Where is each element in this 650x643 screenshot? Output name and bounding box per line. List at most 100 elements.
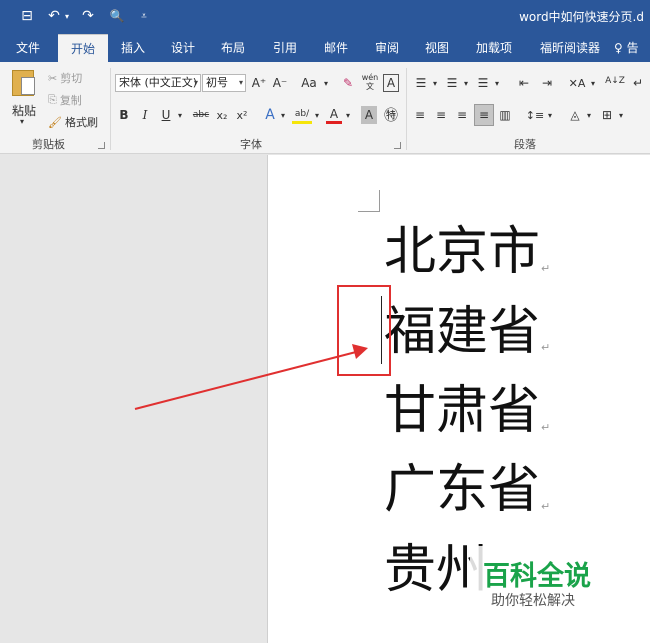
font-size-combo[interactable]: 初号 ▾ bbox=[202, 74, 246, 92]
paragraph-mark-icon: ↵ bbox=[541, 421, 551, 434]
chevron-down-icon[interactable]: ▾ bbox=[493, 74, 501, 92]
align-right-icon[interactable]: ≡ bbox=[454, 106, 470, 124]
chevron-down-icon[interactable]: ▾ bbox=[462, 74, 470, 92]
font-name-combo[interactable]: 宋体 (中文正文) ▾ bbox=[115, 74, 201, 92]
document-line[interactable]: 甘肃省 bbox=[384, 381, 540, 441]
watermark-subtitle: 助你轻松解决 bbox=[491, 593, 575, 609]
increase-indent-icon[interactable]: ⇥ bbox=[538, 74, 556, 92]
paste-clipboard-icon[interactable] bbox=[12, 70, 35, 96]
paste-dropdown-icon[interactable]: ▾ bbox=[20, 117, 24, 126]
tab-file[interactable]: 文件 bbox=[4, 34, 52, 62]
undo-dropdown-icon[interactable]: ▾ bbox=[62, 7, 72, 25]
cut-label: 剪切 bbox=[60, 72, 83, 85]
tab-foxit-reader[interactable]: 福昕阅读器 bbox=[530, 34, 610, 62]
shrink-font-icon[interactable]: A⁻ bbox=[272, 74, 288, 92]
document-line[interactable]: 福建省 bbox=[384, 302, 540, 362]
ribbon-tab-bar: 文件 开始 插入 设计 布局 引用 邮件 审阅 视图 加载项 福昕阅读器 ♀ 告 bbox=[0, 34, 650, 62]
font-launcher-icon[interactable] bbox=[394, 142, 401, 149]
document-line[interactable]: 北京市 bbox=[384, 222, 540, 282]
distributed-align-icon[interactable]: ▥ bbox=[497, 106, 513, 124]
chevron-down-icon: ▾ bbox=[193, 78, 198, 87]
undo-icon[interactable]: ↶ bbox=[46, 7, 62, 25]
clipboard-group-label: 剪贴板 bbox=[32, 138, 65, 151]
character-shading-icon[interactable]: A bbox=[361, 106, 377, 124]
chevron-down-icon[interactable]: ▾ bbox=[617, 106, 625, 124]
superscript-button[interactable]: x² bbox=[234, 106, 250, 124]
tab-insert[interactable]: 插入 bbox=[112, 34, 154, 62]
format-painter-button[interactable]: 🖌 格式刷 bbox=[48, 114, 98, 130]
paragraph-group-label: 段落 bbox=[514, 138, 536, 151]
text-effects-icon[interactable]: A bbox=[262, 106, 278, 124]
chevron-down-icon: ▾ bbox=[238, 78, 243, 87]
clipboard-launcher-icon[interactable] bbox=[98, 142, 105, 149]
cut-button[interactable]: ✂ 剪切 bbox=[48, 70, 82, 86]
align-center-icon[interactable]: ≡ bbox=[433, 106, 449, 124]
chevron-down-icon[interactable]: ▾ bbox=[546, 106, 554, 124]
chevron-down-icon[interactable]: ▾ bbox=[431, 74, 439, 92]
line-spacing-icon[interactable]: ↕≡ bbox=[525, 106, 545, 124]
chevron-down-icon[interactable]: ▾ bbox=[322, 74, 330, 92]
copy-button[interactable]: ⎘ 复制 bbox=[48, 92, 82, 108]
grow-font-icon[interactable]: A⁺ bbox=[251, 74, 267, 92]
window-title: word中如何快速分页.d bbox=[519, 10, 644, 24]
chevron-down-icon[interactable]: ▾ bbox=[585, 106, 593, 124]
print-preview-icon[interactable]: 🔍 bbox=[108, 7, 126, 25]
decrease-indent-icon[interactable]: ⇤ bbox=[515, 74, 533, 92]
chevron-down-icon[interactable]: ▾ bbox=[176, 106, 184, 124]
format-painter-label: 格式刷 bbox=[64, 116, 98, 129]
chinese-layout-icon[interactable]: ✕A bbox=[566, 74, 588, 92]
ribbon: 粘贴 ▾ ✂ 剪切 ⎘ 复制 🖌 格式刷 剪贴板 宋体 (中文正文) ▾ 初号 ▾ … bbox=[0, 62, 650, 154]
group-divider bbox=[110, 68, 111, 150]
tab-layout[interactable]: 布局 bbox=[212, 34, 254, 62]
tab-design[interactable]: 设计 bbox=[162, 34, 204, 62]
font-name-value: 宋体 (中文正文) bbox=[119, 76, 198, 89]
tab-home[interactable]: 开始 bbox=[58, 34, 108, 62]
tab-mailings[interactable]: 邮件 bbox=[315, 34, 357, 62]
enclose-characters-icon[interactable]: ㊕ bbox=[382, 106, 400, 124]
document-line[interactable]: 广东省 bbox=[384, 460, 540, 520]
tab-tell-me[interactable]: ♀ 告 bbox=[614, 34, 650, 62]
sort-icon[interactable]: A↓Z bbox=[605, 72, 625, 90]
margin-corner-mark bbox=[358, 190, 380, 212]
multilevel-list-icon[interactable]: ☰ bbox=[474, 74, 492, 92]
subscript-button[interactable]: x₂ bbox=[214, 106, 230, 124]
tab-references[interactable]: 引用 bbox=[264, 34, 306, 62]
align-left-icon[interactable]: ≡ bbox=[412, 106, 428, 124]
font-size-value: 初号 bbox=[206, 76, 228, 89]
highlight-color-icon[interactable]: ab/ bbox=[292, 106, 312, 124]
font-color-icon[interactable]: A bbox=[326, 106, 342, 124]
tab-view[interactable]: 视图 bbox=[416, 34, 458, 62]
show-marks-icon[interactable]: ↵ bbox=[630, 74, 646, 92]
bullets-icon[interactable]: ☰ bbox=[412, 74, 430, 92]
title-bar: ⊟ ↶ ▾ ↷ 🔍 ⩡ word中如何快速分页.d bbox=[0, 0, 650, 34]
character-border-icon[interactable]: A bbox=[383, 74, 399, 92]
numbering-icon[interactable]: ☰ bbox=[443, 74, 461, 92]
paragraph-mark-icon: ↵ bbox=[541, 262, 551, 275]
copy-label: 复制 bbox=[59, 94, 82, 107]
italic-button[interactable]: I bbox=[138, 106, 152, 124]
chevron-down-icon[interactable]: ▾ bbox=[589, 74, 597, 92]
phonetic-guide-icon[interactable]: wén 文 bbox=[361, 70, 379, 94]
save-icon[interactable]: ⊟ bbox=[18, 7, 36, 25]
justify-icon[interactable]: ≡ bbox=[474, 104, 494, 126]
change-case-icon[interactable]: Aa bbox=[298, 74, 320, 92]
paragraph-shading-icon[interactable]: ◬ bbox=[566, 106, 584, 124]
tab-addins[interactable]: 加载项 bbox=[468, 34, 520, 62]
customize-qat-icon[interactable]: ⩡ bbox=[138, 7, 150, 25]
paintbrush-icon: 🖌 bbox=[48, 115, 62, 129]
chevron-down-icon[interactable]: ▾ bbox=[313, 106, 321, 124]
highlight-box bbox=[337, 285, 391, 376]
scissors-icon: ✂ bbox=[48, 71, 58, 85]
strikethrough-button[interactable]: abc bbox=[191, 106, 211, 124]
underline-button[interactable]: U bbox=[159, 106, 173, 124]
tab-review[interactable]: 审阅 bbox=[366, 34, 408, 62]
font-group-label: 字体 bbox=[240, 138, 262, 151]
paragraph-mark-icon: ↵ bbox=[541, 500, 551, 513]
watermark-logo: 百科全说 bbox=[483, 561, 591, 592]
clear-formatting-icon[interactable]: ✎ bbox=[340, 74, 356, 92]
chevron-down-icon[interactable]: ▾ bbox=[279, 106, 287, 124]
redo-icon[interactable]: ↷ bbox=[80, 7, 96, 25]
chevron-down-icon[interactable]: ▾ bbox=[344, 106, 352, 124]
borders-icon[interactable]: ⊞ bbox=[598, 106, 616, 124]
bold-button[interactable]: B bbox=[117, 106, 131, 124]
